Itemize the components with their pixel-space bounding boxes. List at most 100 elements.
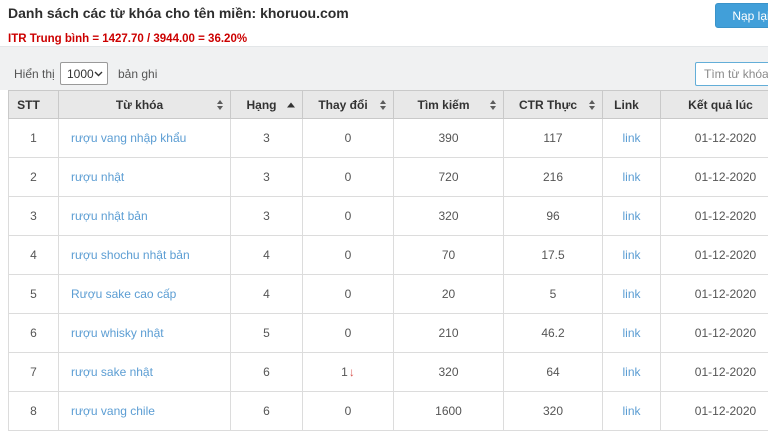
cell-date: 01-12-2020 — [660, 274, 768, 314]
result-link[interactable]: link — [622, 365, 640, 379]
column-header-link: Link — [602, 90, 661, 119]
cell-stt: 2 — [8, 157, 59, 197]
reload-button[interactable]: Nạp lại — [715, 3, 768, 28]
cell-stt: 4 — [8, 235, 59, 275]
cell-change: 0 — [302, 157, 394, 197]
cell-keyword: rượu nhật — [58, 157, 231, 197]
column-header-tu-khoa[interactable]: Từ khóa — [58, 90, 231, 119]
table-header-row: STT Từ khóa Hạng Thay đổi Tìm kiếm CTR Thực Li… — [8, 90, 768, 119]
cell-stt: 6 — [8, 313, 59, 353]
cell-stt: 5 — [8, 274, 59, 314]
rank-value: 5 — [263, 326, 270, 340]
column-header-stt: STT — [8, 90, 59, 119]
cell-link: link — [602, 196, 661, 236]
column-label: Từ khóa — [115, 97, 164, 112]
keyword-link[interactable]: rượu vang nhập khẩu — [71, 131, 186, 145]
column-header-thay-doi[interactable]: Thay đổi — [302, 90, 394, 119]
column-label: Link — [614, 97, 639, 112]
date-value: 01-12-2020 — [694, 404, 757, 418]
result-link[interactable]: link — [622, 248, 640, 262]
keyword-link[interactable]: rượu whisky nhật — [71, 326, 164, 340]
cell-rank: 3 — [230, 118, 303, 158]
search-input[interactable] — [695, 62, 768, 86]
rank-value: 4 — [263, 287, 270, 301]
cell-ctr: 117 — [503, 118, 603, 158]
search-volume-value: 320 — [438, 209, 459, 223]
records-label: bản ghi — [118, 67, 158, 81]
column-label: CTR Thực — [518, 97, 578, 112]
keyword-link[interactable]: rượu sake nhật — [71, 365, 153, 379]
change-value: 1 — [341, 365, 348, 379]
cell-change: 0 — [302, 118, 394, 158]
column-header-tim-kiem[interactable]: Tìm kiếm — [393, 90, 504, 119]
ctr-value: 117 — [543, 131, 563, 145]
cell-keyword: rượu sake nhật — [58, 352, 231, 392]
keyword-link[interactable]: Rượu sake cao cấp — [71, 287, 176, 301]
cell-ctr: 17.5 — [503, 235, 603, 275]
cell-date: 01-12-2020 — [660, 157, 768, 197]
table-row: 5 Rượu sake cao cấp 4 0 20 5 link 01-12-2020 — [8, 274, 768, 314]
cell-search-volume: 70 — [393, 235, 504, 275]
cell-search-volume: 390 — [393, 118, 504, 158]
date-value: 01-12-2020 — [694, 170, 757, 184]
itr-summary: ITR Trung bình = 1427.70 / 3944.00 = 36.… — [8, 33, 248, 45]
keyword-link[interactable]: rượu shochu nhật bản — [71, 248, 190, 262]
rank-value: 6 — [263, 365, 270, 379]
date-value: 01-12-2020 — [694, 365, 757, 379]
column-header-ket-qua-luc: Kết quả lúc — [660, 90, 768, 119]
cell-ctr: 216 — [503, 157, 603, 197]
change-value: 0 — [344, 170, 352, 184]
keyword-link[interactable]: rượu nhật bản — [71, 209, 148, 223]
result-link[interactable]: link — [622, 209, 640, 223]
rank-down-icon: ↓ — [348, 365, 355, 379]
cell-link: link — [602, 235, 661, 275]
date-value: 01-12-2020 — [694, 131, 757, 145]
cell-search-volume: 210 — [393, 313, 504, 353]
ctr-value: 96 — [546, 209, 560, 223]
show-label: Hiển thị — [14, 67, 55, 81]
search-volume-value: 1600 — [435, 404, 462, 418]
column-label: Tìm kiếm — [417, 97, 470, 112]
cell-ctr: 46.2 — [503, 313, 603, 353]
cell-link: link — [602, 274, 661, 314]
page: { "page": { "title": "Danh sách các từ k… — [0, 0, 768, 437]
cell-keyword: rượu vang nhập khẩu — [58, 118, 231, 158]
result-link[interactable]: link — [622, 170, 640, 184]
cell-ctr: 320 — [503, 391, 603, 431]
stt-value: 2 — [30, 170, 37, 184]
change-value: 0 — [344, 248, 352, 262]
cell-date: 01-12-2020 — [660, 118, 768, 158]
stt-value: 7 — [30, 365, 37, 379]
change-value: 0 — [344, 209, 352, 223]
column-header-hang[interactable]: Hạng — [230, 90, 303, 119]
change-value: 0 — [344, 131, 352, 145]
cell-change: 0 — [302, 274, 394, 314]
cell-link: link — [602, 313, 661, 353]
cell-stt: 7 — [8, 352, 59, 392]
search-volume-value: 390 — [438, 131, 459, 145]
sort-icon — [380, 99, 386, 110]
cell-ctr: 64 — [503, 352, 603, 392]
result-link[interactable]: link — [622, 131, 640, 145]
cell-change: 0 — [302, 235, 394, 275]
stt-value: 8 — [30, 404, 37, 418]
page-title: Danh sách các từ khóa cho tên miền: khor… — [8, 5, 349, 21]
cell-search-volume: 20 — [393, 274, 504, 314]
column-header-ctr-thuc[interactable]: CTR Thực — [503, 90, 603, 119]
result-link[interactable]: link — [622, 326, 640, 340]
cell-date: 01-12-2020 — [660, 196, 768, 236]
sort-asc-icon — [287, 102, 295, 107]
chevron-down-icon — [94, 71, 103, 77]
keyword-link[interactable]: rượu vang chile — [71, 404, 155, 418]
page-size-select[interactable]: 1000 — [60, 62, 108, 85]
keyword-link[interactable]: rượu nhật — [71, 170, 124, 184]
ctr-value: 5 — [549, 287, 557, 301]
cell-search-volume: 720 — [393, 157, 504, 197]
result-link[interactable]: link — [622, 287, 640, 301]
cell-date: 01-12-2020 — [660, 391, 768, 431]
cell-change: 0 — [302, 196, 394, 236]
rank-value: 3 — [263, 131, 270, 145]
search-volume-value: 320 — [438, 365, 459, 379]
result-link[interactable]: link — [622, 404, 640, 418]
cell-keyword: rượu vang chile — [58, 391, 231, 431]
